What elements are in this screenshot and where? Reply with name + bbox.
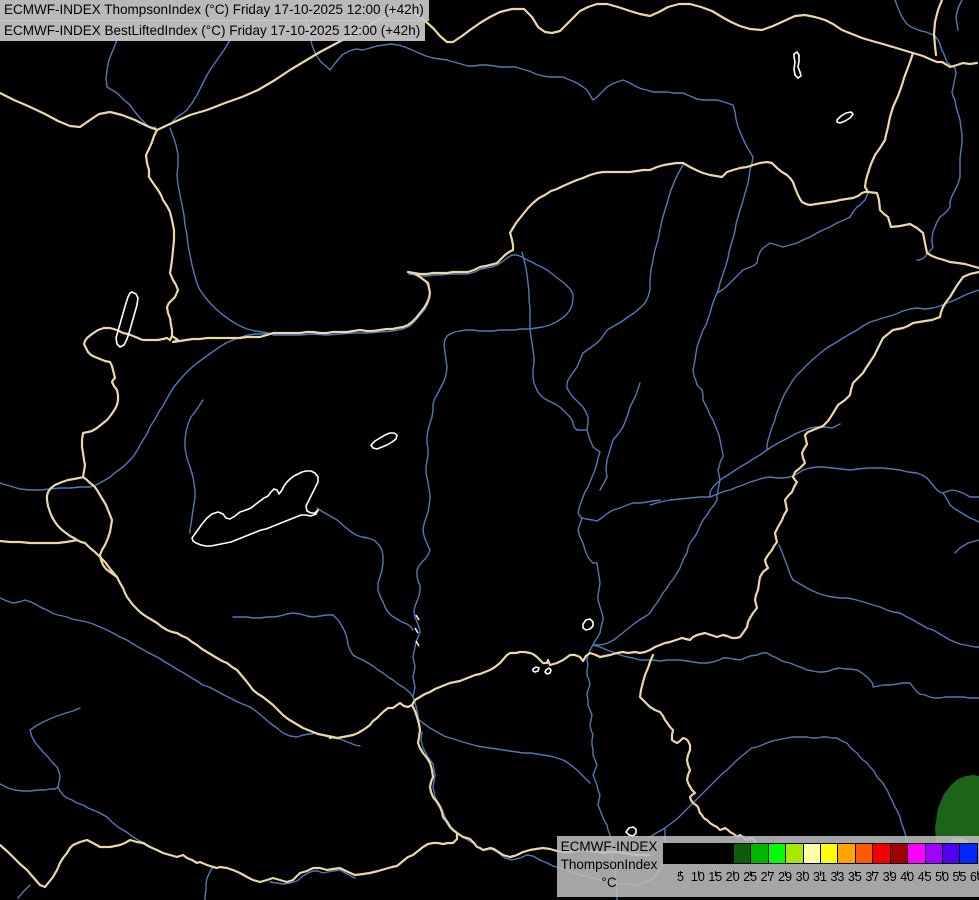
legend-tick-label: 10 — [690, 870, 705, 884]
weather-map-screenshot: ECMWF-INDEX ThompsonIndex (°C) Friday 17… — [0, 0, 979, 900]
legend-color-cell — [837, 843, 856, 864]
legend-tick-label: 60 — [969, 870, 979, 884]
legend-color-cell — [854, 843, 874, 864]
legend-color-cell — [889, 843, 909, 864]
legend-titles: ECMWF-INDEX ThompsonIndex °C — [557, 838, 661, 892]
legend-tick-label: 15 — [708, 870, 723, 884]
legend-tick-label: 5 — [676, 870, 684, 884]
legend-tick-label: 55 — [952, 870, 967, 884]
legend-tick-label: 40 — [900, 870, 915, 884]
legend-tick-label: 33 — [830, 870, 845, 884]
legend-color-cell — [907, 843, 926, 864]
legend-color-cell — [767, 843, 787, 864]
legend-color-cell — [872, 843, 891, 864]
legend-color-cell — [802, 843, 821, 864]
legend-tick-label: 39 — [882, 870, 897, 884]
color-scale-legend: ECMWF-INDEX ThompsonIndex °C 5 10 15 20 25 27… — [557, 836, 979, 897]
legend-color-cell — [697, 843, 717, 864]
legend-color-cell — [680, 843, 699, 864]
legend-title-index: ThompsonIndex — [560, 857, 658, 872]
map-background — [0, 0, 979, 900]
legend-tick-label: 50 — [935, 870, 949, 884]
legend-color-cell — [942, 843, 961, 864]
legend-color-cell — [715, 843, 734, 864]
header-line-thompson-index: ECMWF-INDEX ThompsonIndex (°C) Friday 17… — [0, 0, 429, 21]
legend-title-product: ECMWF-INDEX — [560, 839, 658, 854]
map-svg — [0, 0, 979, 900]
legend-tick-label: 27 — [760, 870, 775, 884]
legend-color-cell — [959, 843, 978, 864]
legend-title-unit: °C — [601, 875, 617, 890]
legend-tick-label: 20 — [725, 870, 740, 884]
legend-color-cell — [819, 843, 839, 864]
header-line-best-lifted-index: ECMWF-INDEX BestLiftedIndex (°C) Friday … — [0, 21, 426, 41]
legend-tick-label: 45 — [917, 870, 932, 884]
legend-color-cell — [924, 843, 944, 864]
legend-tick-label: 31 — [813, 870, 827, 884]
legend-color-cell — [750, 843, 769, 864]
legend-tick-label: 35 — [847, 870, 862, 884]
legend-tick-label: 25 — [743, 870, 758, 884]
legend-color-cell — [785, 843, 804, 864]
legend-tick-label: 30 — [795, 870, 810, 884]
legend-tick-label: 29 — [778, 870, 793, 884]
legend-color-cell — [663, 843, 682, 864]
legend-color-cell — [732, 843, 752, 864]
legend-tick-label: 37 — [865, 870, 880, 884]
